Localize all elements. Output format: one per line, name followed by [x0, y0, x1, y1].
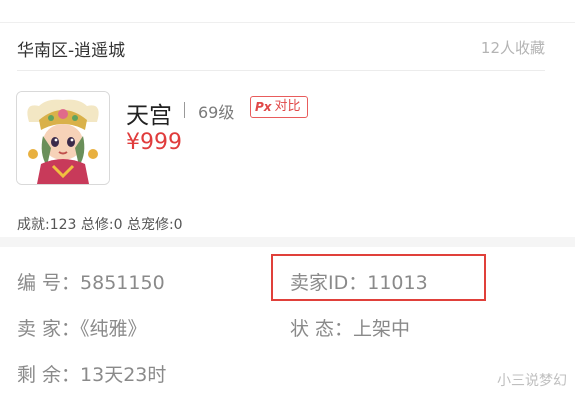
character-portrait-icon — [17, 92, 109, 184]
compare-label: 对比 — [274, 99, 301, 114]
status-value: 上架中 — [353, 318, 411, 340]
remaining-time-field: 剩 余：13天23时 — [17, 360, 166, 387]
status-field: 状 态：上架中 — [290, 314, 410, 341]
remaining-value: 13天23时 — [80, 364, 167, 386]
px-compare-icon: Px — [255, 100, 272, 114]
seller-field: 卖 家：《纯雅》 — [17, 314, 147, 341]
role-price: ¥999 — [126, 130, 182, 155]
listing-id-value: 5851150 — [80, 272, 165, 294]
seller-label: 卖 家： — [17, 318, 81, 340]
status-label: 状 态： — [290, 318, 354, 340]
seller-id-highlight-box — [271, 254, 486, 301]
listing-id-label: 编 号： — [17, 272, 81, 294]
remaining-label: 剩 余： — [17, 364, 81, 386]
role-name: 天宫 — [126, 103, 172, 129]
listing-header: 华南区-逍遥城 12人收藏 — [0, 24, 575, 70]
top-strip — [0, 0, 575, 23]
watermark: 小三说梦幻 — [497, 373, 567, 389]
listing-id-field: 编 号：5851150 — [17, 268, 165, 295]
seller-value[interactable]: 《纯雅》 — [80, 318, 147, 340]
role-card: 天宫 69级 Px 对比 ¥999 成就:123 总修:0 总宠修:0 — [0, 71, 575, 241]
role-level: 69级 — [198, 103, 235, 122]
server-name: 华南区-逍遥城 — [17, 41, 126, 61]
role-avatar[interactable] — [16, 91, 110, 185]
favorite-count[interactable]: 12人收藏 — [481, 37, 545, 58]
name-level-separator — [184, 102, 185, 118]
section-gap — [0, 237, 575, 247]
achievement-stats: 成就:123 总修:0 总宠修:0 — [17, 217, 183, 233]
compare-button[interactable]: Px 对比 — [250, 96, 308, 118]
